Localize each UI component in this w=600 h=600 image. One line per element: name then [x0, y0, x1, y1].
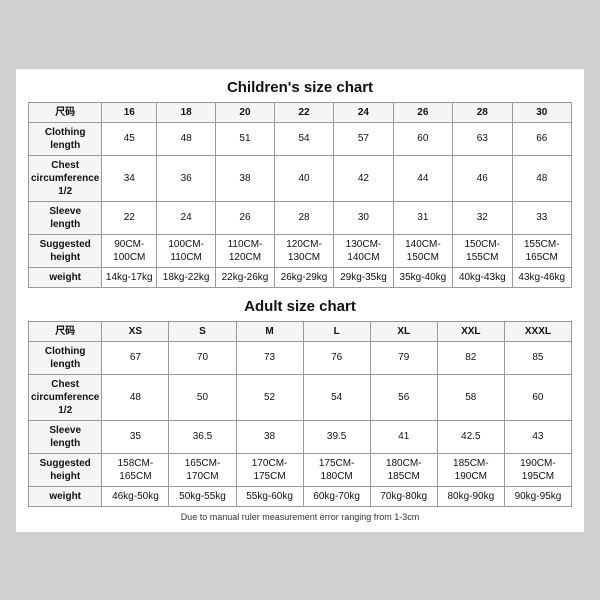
table-row: Suggested height90CM-100CM100CM-110CM110… — [29, 234, 572, 267]
table-row: weight46kg-50kg50kg-55kg55kg-60kg60kg-70… — [29, 486, 572, 506]
table-row: Suggested height158CM-165CM165CM-170CM17… — [29, 453, 572, 486]
table-row: weight14kg-17kg18kg-22kg22kg-26kg26kg-29… — [29, 267, 572, 287]
adult-table: 尺码XSSMLXLXXLXXXL Clothing length67707376… — [28, 321, 572, 507]
table-row: Clothing length4548515457606366 — [29, 122, 572, 155]
chart-container: Children's size chart 尺码1618202224262830… — [15, 68, 585, 533]
adult-chart-title: Adult size chart — [28, 298, 572, 315]
children-chart-title: Children's size chart — [28, 79, 572, 96]
table-row: Sleeve length3536.53839.54142.543 — [29, 420, 572, 453]
note-text: Due to manual ruler measurement error ra… — [28, 512, 572, 522]
table-row: Chest circumference 1/23436384042444648 — [29, 155, 572, 201]
table-row: Chest circumference 1/248505254565860 — [29, 374, 572, 420]
children-table: 尺码1618202224262830 Clothing length454851… — [28, 102, 572, 288]
table-row: Sleeve length2224262830313233 — [29, 201, 572, 234]
table-row: Clothing length67707376798285 — [29, 341, 572, 374]
